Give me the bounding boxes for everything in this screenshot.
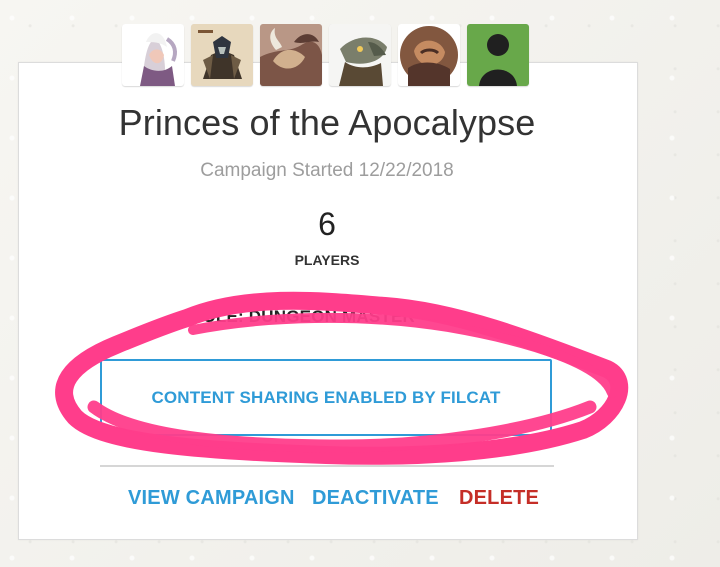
avatar-orc-portrait	[398, 24, 460, 86]
view-campaign-link[interactable]: VIEW CAMPAIGN	[128, 487, 295, 510]
deactivate-link[interactable]: DEACTIVATE	[312, 487, 439, 510]
campaign-start-date: Campaign Started 12/22/2018	[200, 160, 454, 181]
avatar-elf-portrait	[122, 24, 184, 86]
avatar-beast-portrait	[260, 24, 322, 86]
avatar-dragonborn-portrait	[191, 24, 253, 86]
action-divider	[100, 465, 554, 467]
player-avatars	[122, 24, 529, 86]
campaign-title: Princes of the Apocalypse	[118, 102, 536, 143]
players-label: PLAYERS	[294, 252, 360, 268]
avatar-lizard-portrait	[329, 24, 391, 86]
delete-link[interactable]: DELETE	[459, 487, 539, 510]
avatar-silhouette	[467, 24, 529, 86]
player-count: 6	[318, 206, 336, 242]
role-line: ROLE: DUNGEON MASTER	[190, 307, 415, 326]
content-sharing-button[interactable]: CONTENT SHARING ENABLED BY FILCAT	[100, 359, 552, 436]
